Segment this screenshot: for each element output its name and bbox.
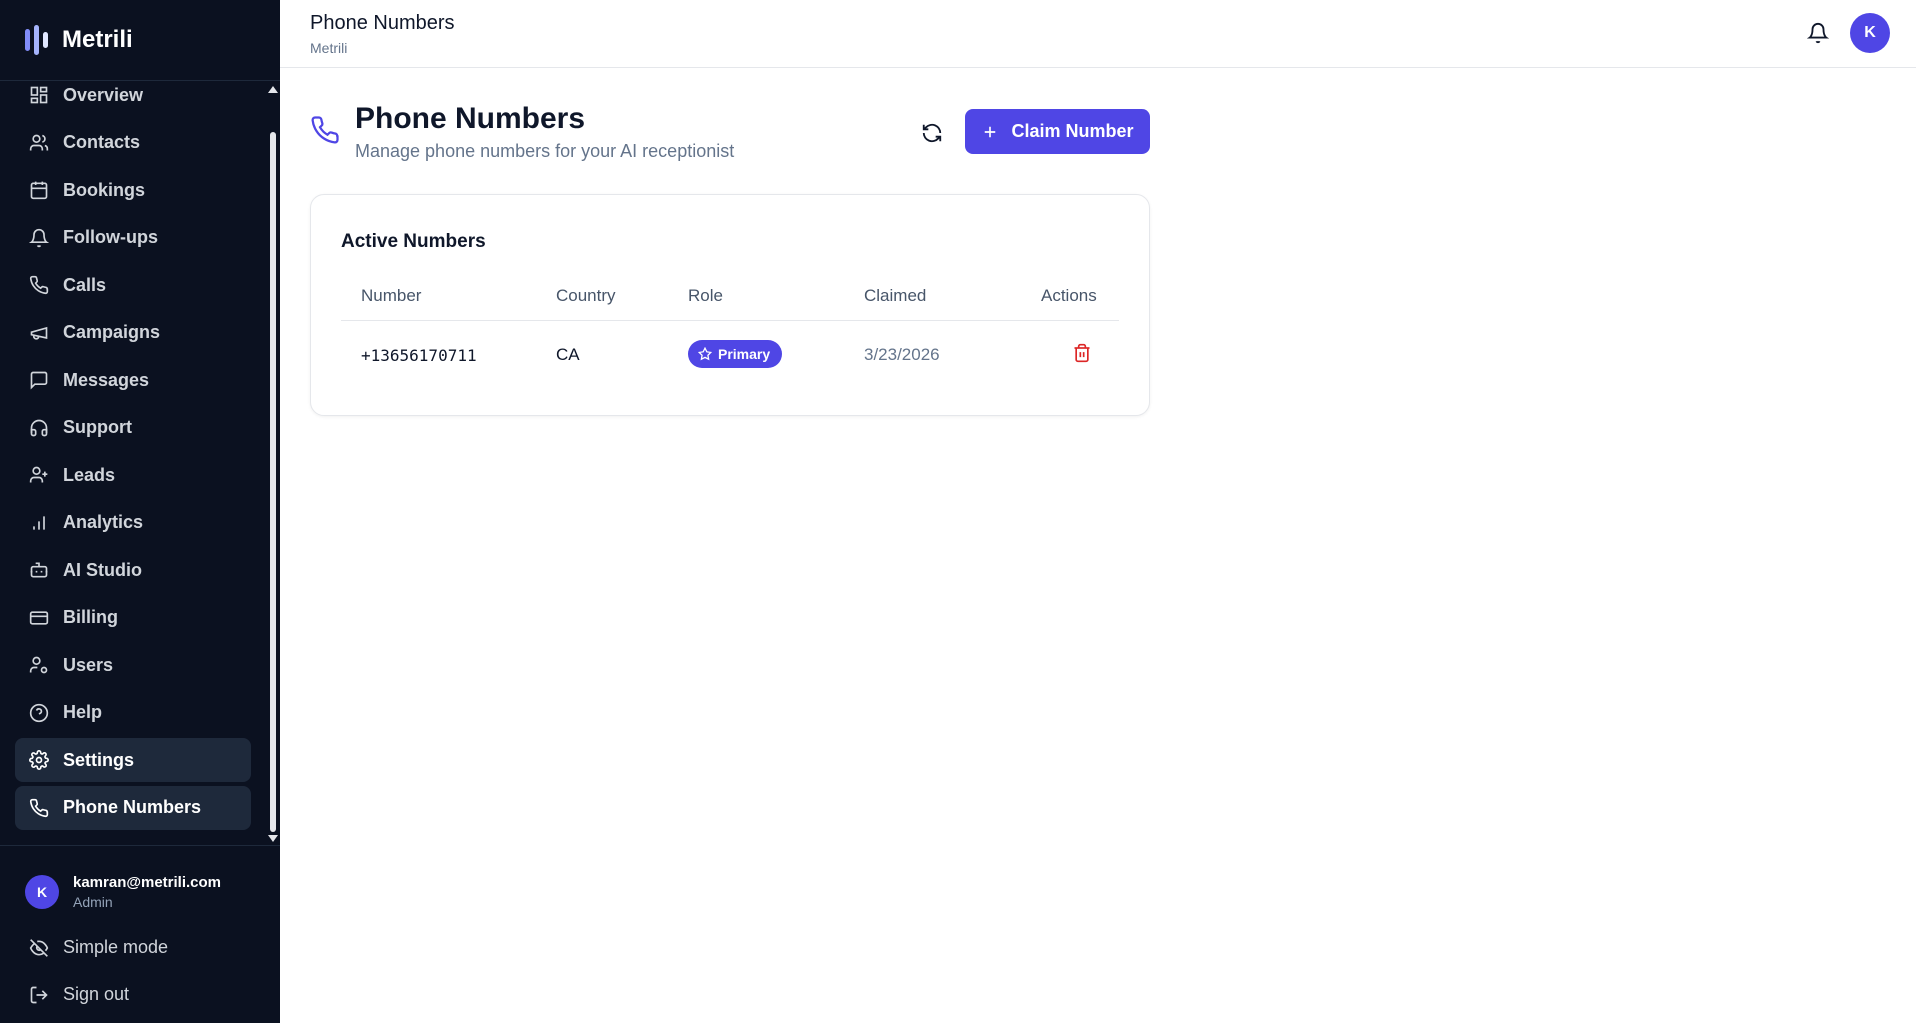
column-header-role: Role xyxy=(688,286,723,305)
avatar: K xyxy=(25,875,59,909)
user-email: kamran@metrili.com xyxy=(73,874,222,891)
user-plus-icon xyxy=(29,466,48,483)
phone-icon xyxy=(311,116,339,144)
card-title: Active Numbers xyxy=(341,231,486,252)
sidebar-item-support[interactable]: Support xyxy=(15,406,251,450)
sidebar-item-messages[interactable]: Messages xyxy=(15,358,251,402)
sidebar-item-label: Support xyxy=(63,417,132,437)
user-cog-icon xyxy=(29,656,48,674)
header-subtitle: Metrili xyxy=(310,40,348,56)
sidebar-nav: Overview Contacts Bookings Follow-ups Ca… xyxy=(0,80,280,845)
top-header: Phone Numbers Metrili K xyxy=(280,0,1916,68)
cell-number: +13656170711 xyxy=(361,346,477,365)
notification-bell-icon[interactable] xyxy=(1807,22,1829,44)
credit-card-icon xyxy=(29,610,49,625)
user-role: Admin xyxy=(73,894,113,910)
bot-icon xyxy=(30,562,48,578)
gear-icon xyxy=(29,750,49,770)
message-square-icon xyxy=(30,371,48,390)
refresh-button[interactable] xyxy=(918,119,946,147)
sidebar-item-label: Bookings xyxy=(63,179,146,200)
scroll-up-arrow-icon[interactable] xyxy=(268,86,278,93)
sidebar-item-help[interactable]: Help xyxy=(15,691,251,735)
sidebar-item-label: Settings xyxy=(63,749,135,770)
header-avatar[interactable]: K xyxy=(1850,13,1890,53)
refresh-icon xyxy=(922,123,942,143)
phone-icon xyxy=(29,798,49,817)
sidebar-scrollbar[interactable] xyxy=(266,80,280,845)
sidebar-item-overview[interactable]: Overview xyxy=(15,81,251,117)
sidebar: Metrili Overview Contacts Bookings Follo… xyxy=(0,0,280,1023)
users-icon xyxy=(29,134,49,150)
sidebar-item-ai-studio[interactable]: AI Studio xyxy=(15,548,251,592)
role-label: Primary xyxy=(718,346,771,362)
sidebar-item-calls[interactable]: Calls xyxy=(15,263,251,307)
phone-icon xyxy=(29,275,49,295)
sidebar-item-label: Users xyxy=(63,654,114,675)
sidebar-item-phone-numbers[interactable]: Phone Numbers xyxy=(15,785,251,830)
cell-country: CA xyxy=(556,345,580,364)
claim-number-label: Claim Number xyxy=(1011,121,1134,141)
star-icon xyxy=(698,347,712,361)
active-numbers-card: Active Numbers Number Country Role Claim… xyxy=(310,194,1150,416)
sidebar-item-label: Help xyxy=(63,702,103,722)
sidebar-item-users[interactable]: Users xyxy=(15,643,251,687)
sidebar-item-contacts[interactable]: Contacts xyxy=(15,121,251,165)
table-header-divider xyxy=(341,320,1119,321)
help-circle-icon xyxy=(29,703,49,722)
claim-number-button[interactable]: Claim Number xyxy=(965,109,1150,154)
role-badge-primary: Primary xyxy=(688,340,783,368)
header-title: Phone Numbers xyxy=(310,12,455,34)
plus-icon xyxy=(985,126,996,137)
sidebar-item-label: Leads xyxy=(63,464,116,485)
sidebar-item-bookings[interactable]: Bookings xyxy=(15,168,251,212)
column-header-country: Country xyxy=(556,286,616,305)
bell-icon xyxy=(29,228,49,247)
simple-mode-label: Simple mode xyxy=(63,937,169,957)
scroll-down-arrow-icon[interactable] xyxy=(268,835,278,842)
sidebar-item-label: Contacts xyxy=(63,132,141,152)
eye-off-icon xyxy=(29,938,49,957)
simple-mode-button[interactable]: Simple mode xyxy=(29,937,168,958)
page-subtitle: Manage phone numbers for your AI recepti… xyxy=(355,141,735,161)
bar-chart-icon xyxy=(33,515,45,530)
user-profile[interactable]: K kamran@metrili.com Admin xyxy=(25,874,221,910)
sidebar-item-analytics[interactable]: Analytics xyxy=(15,501,251,545)
page-title: Phone Numbers xyxy=(355,102,586,135)
brand-name: Metrili xyxy=(62,26,133,53)
headphones-icon xyxy=(30,419,48,436)
sidebar-item-label: Phone Numbers xyxy=(63,797,202,817)
sidebar-item-label: AI Studio xyxy=(63,559,142,580)
sidebar-item-label: Overview xyxy=(63,84,144,105)
sidebar-footer: K kamran@metrili.com Admin Simple mode S… xyxy=(0,845,280,1023)
sidebar-item-label: Campaigns xyxy=(63,322,161,342)
sidebar-item-label: Analytics xyxy=(63,512,144,532)
column-header-actions: Actions xyxy=(1041,286,1097,305)
sign-out-button[interactable]: Sign out xyxy=(29,984,129,1005)
brand-logo[interactable]: Metrili xyxy=(24,20,133,60)
sidebar-item-follow-ups[interactable]: Follow-ups xyxy=(15,216,251,260)
sidebar-item-label: Calls xyxy=(63,274,107,295)
sidebar-item-label: Follow-ups xyxy=(63,227,158,247)
column-header-claimed: Claimed xyxy=(864,286,927,305)
sidebar-item-label: Messages xyxy=(63,369,150,390)
megaphone-icon xyxy=(30,326,48,340)
sidebar-item-leads[interactable]: Leads xyxy=(15,453,251,497)
column-header-number: Number xyxy=(361,286,422,305)
sign-out-label: Sign out xyxy=(63,984,130,1004)
log-out-icon xyxy=(30,986,48,1003)
cell-claimed: 3/23/2026 xyxy=(864,345,940,364)
calendar-icon xyxy=(30,181,48,200)
layout-grid-icon xyxy=(30,86,48,104)
sidebar-item-label: Billing xyxy=(63,607,118,627)
trash-icon[interactable] xyxy=(1072,343,1092,363)
logo-bars-icon xyxy=(25,25,48,55)
sidebar-item-campaigns[interactable]: Campaigns xyxy=(15,311,251,355)
sidebar-item-billing[interactable]: Billing xyxy=(15,596,251,640)
scroll-thumb[interactable] xyxy=(270,132,276,832)
sidebar-item-settings[interactable]: Settings xyxy=(15,738,251,782)
